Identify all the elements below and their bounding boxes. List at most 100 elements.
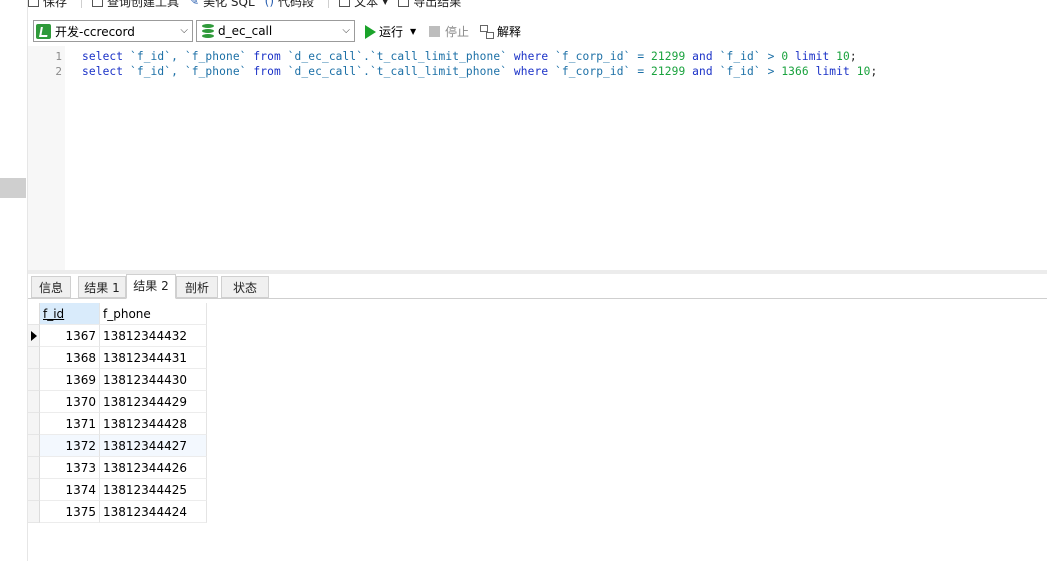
row-header (28, 303, 40, 325)
sql-number: 21299 (651, 50, 686, 63)
export-results-button[interactable]: 导出结果 (398, 0, 461, 10)
row-header[interactable] (28, 457, 40, 479)
cell-f-phone[interactable]: 13812344428 (100, 413, 207, 435)
result-tabs: 信息 结果 1 结果 2 剖析 状态 (28, 274, 1047, 299)
sql-identifier: `f_corp_id` = (548, 65, 652, 78)
stop-icon (429, 26, 440, 37)
cell-f-id[interactable]: 1372 (40, 435, 100, 457)
toolbar-divider (81, 0, 83, 8)
database-icon (202, 23, 214, 39)
code-snippet-button[interactable]: () 代码段 (265, 0, 314, 10)
chevron-down-icon[interactable]: ▼ (410, 27, 416, 36)
cell-f-id[interactable]: 1373 (40, 457, 100, 479)
explain-button[interactable]: 解释 (480, 23, 521, 40)
tab-result-1[interactable]: 结果 1 (78, 276, 126, 298)
left-panel-strip (0, 0, 28, 561)
sql-terminator: ; (870, 65, 878, 78)
cell-f-id[interactable]: 1371 (40, 413, 100, 435)
sql-number: 10 (836, 50, 850, 63)
text-mode-button[interactable]: 文本 ▼ (339, 0, 388, 10)
tab-result-2[interactable]: 结果 2 (126, 274, 176, 299)
row-header[interactable] (28, 391, 40, 413)
explain-label: 解释 (497, 25, 522, 39)
stop-label: 停止 (445, 25, 470, 39)
column-header-f-phone[interactable]: f_phone (100, 303, 207, 325)
row-header[interactable] (28, 435, 40, 457)
export-results-label: 导出结果 (413, 0, 462, 9)
sql-identifier: `f_id`, `f_phone` (123, 65, 254, 78)
sql-identifier: `f_id` > (719, 50, 782, 63)
text-mode-label: 文本 (354, 0, 379, 9)
cell-f-phone[interactable]: 13812344430 (100, 369, 207, 391)
row-header[interactable] (28, 413, 40, 435)
query-builder-button[interactable]: 查询创建工具 (92, 0, 179, 10)
database-select-value: d_ec_call (218, 24, 273, 38)
cell-f-phone[interactable]: 13812344432 (100, 325, 207, 347)
cell-f-phone[interactable]: 13812344427 (100, 435, 207, 457)
save-button[interactable]: 保存 (28, 0, 67, 10)
save-icon (28, 0, 39, 7)
row-header[interactable] (28, 501, 40, 523)
cell-f-phone[interactable]: 13812344431 (100, 347, 207, 369)
text-document-icon (339, 0, 351, 7)
save-label: 保存 (43, 0, 68, 9)
sql-keyword: from (253, 50, 281, 63)
beautify-sql-label: 美化 SQL (203, 0, 255, 9)
cell-f-id[interactable]: 1370 (40, 391, 100, 413)
explain-icon (480, 24, 494, 39)
cell-f-id[interactable]: 1374 (40, 479, 100, 501)
cell-f-phone[interactable]: 13812344429 (100, 391, 207, 413)
sql-keyword: limit (788, 50, 837, 63)
row-header[interactable] (28, 347, 40, 369)
cell-f-phone[interactable]: 13812344425 (100, 479, 207, 501)
main-toolbar: 保存 查询创建工具 ✎ 美化 SQL () 代码段 文本 ▼ 导出结果 (28, 0, 1047, 10)
cell-f-id[interactable]: 1368 (40, 347, 100, 369)
cell-f-phone[interactable]: 13812344424 (100, 501, 207, 523)
panel-collapse-handle[interactable] (0, 178, 26, 198)
wand-icon: ✎ (189, 0, 200, 8)
connection-bar: 开发-ccrecord ⌵ d_ec_call ⌵ 运行 ▼ 停止 解释 (28, 19, 1047, 45)
tab-info[interactable]: 信息 (31, 276, 71, 298)
sql-keyword: and (685, 50, 720, 63)
line-number: 1 (55, 50, 62, 63)
sql-line[interactable]: select `f_id`, `f_phone` from `d_ec_call… (82, 65, 877, 78)
sql-identifier: `d_ec_call`.`t_call_limit_phone` (280, 50, 514, 63)
row-header[interactable] (28, 479, 40, 501)
sql-number: 21299 (651, 65, 686, 78)
database-select[interactable]: d_ec_call ⌵ (196, 20, 355, 42)
connection-select[interactable]: 开发-ccrecord ⌵ (33, 20, 193, 42)
sql-keyword: select (82, 65, 124, 78)
sql-keyword: where (513, 50, 549, 63)
sql-keyword: select (82, 50, 124, 63)
row-header[interactable] (28, 369, 40, 391)
sql-editor[interactable]: 1 2 select `f_id`, `f_phone` from `d_ec_… (28, 46, 1047, 270)
sql-terminator: ; (849, 50, 857, 63)
line-number: 2 (55, 65, 62, 78)
braces-icon: () (264, 0, 275, 8)
sql-identifier: `f_id`, `f_phone` (123, 50, 254, 63)
sql-line[interactable]: select `f_id`, `f_phone` from `d_ec_call… (82, 50, 857, 63)
current-row-arrow-icon (31, 331, 37, 341)
play-icon (365, 24, 376, 39)
stop-button[interactable]: 停止 (429, 23, 469, 40)
line-number-gutter (28, 46, 65, 270)
cell-f-phone[interactable]: 13812344426 (100, 457, 207, 479)
sql-keyword: limit (808, 65, 857, 78)
query-builder-icon (92, 0, 104, 7)
sql-number: 1366 (781, 65, 809, 78)
sql-keyword: and (685, 65, 720, 78)
cell-f-id[interactable]: 1369 (40, 369, 100, 391)
connection-icon (36, 23, 51, 39)
sql-number: 10 (856, 65, 871, 78)
sql-identifier: `f_corp_id` = (548, 50, 652, 63)
run-button[interactable]: 运行 ▼ (365, 23, 416, 40)
row-header[interactable] (28, 325, 40, 347)
sql-keyword: where (513, 65, 549, 78)
tab-profile[interactable]: 剖析 (176, 276, 218, 298)
tab-status[interactable]: 状态 (221, 276, 269, 298)
chevron-down-icon: ⌵ (342, 25, 350, 36)
beautify-sql-button[interactable]: ✎ 美化 SQL (189, 0, 255, 10)
cell-f-id[interactable]: 1375 (40, 501, 100, 523)
cell-f-id[interactable]: 1367 (40, 325, 100, 347)
column-header-f-id[interactable]: f_id (40, 303, 100, 325)
